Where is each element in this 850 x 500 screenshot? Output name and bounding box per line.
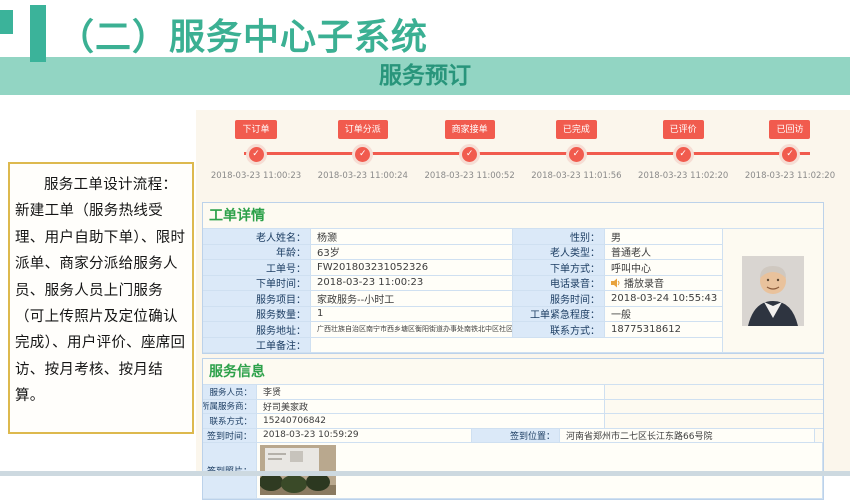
timeline-step-dispatch: 订单分派 ✓ 2018-03-23 11:00:24 — [311, 120, 415, 181]
order-channel-value: 呼叫中心 — [605, 260, 723, 276]
process-note-text: 服务工单设计流程：新建工单（服务热线受理、用户自助下单）、限时派单、商家分派给服… — [15, 172, 187, 409]
order-remark-value — [311, 338, 723, 354]
age-value: 63岁 — [311, 245, 513, 261]
field-label: 工单紧急程度： — [513, 307, 605, 323]
order-number-value: FW201803231052326 — [311, 260, 513, 276]
timeline-step-place-order: 下订单 ✓ 2018-03-23 11:00:23 — [204, 120, 308, 181]
order-detail-table: 老人姓名： 杨灏 性别： 男 年龄： 63岁 老人类型： 普通老人 工单号： F… — [203, 228, 823, 353]
slide-bottom-strip — [0, 471, 850, 476]
step-button[interactable]: 已评价 — [663, 120, 704, 139]
urgency-value: 一般 — [605, 307, 723, 323]
field-label: 下单时间： — [203, 276, 311, 292]
play-recording-label: 播放录音 — [624, 276, 664, 291]
table-filler — [605, 400, 823, 415]
title-accent-bar — [30, 5, 46, 62]
field-label: 服务人员： — [203, 385, 257, 400]
step-button[interactable]: 已回访 — [769, 120, 810, 139]
elder-photo-image — [742, 256, 804, 326]
order-detail-title: 工单详情 — [203, 203, 823, 228]
field-label: 工单号： — [203, 260, 311, 276]
field-label: 联系方式： — [513, 322, 605, 338]
timeline-step-rated: 已评价 ✓ 2018-03-23 11:02:20 — [631, 120, 735, 181]
service-info-section: 服务信息 服务人员： 李贤 所属服务商： 好司美家政 联系方式： 1524070… — [202, 358, 824, 500]
service-item-value: 家政服务--小时工 — [311, 291, 513, 307]
service-info-title: 服务信息 — [203, 359, 823, 384]
step-button[interactable]: 已完成 — [556, 120, 597, 139]
step-timestamp: 2018-03-23 11:00:24 — [318, 171, 408, 181]
banner-subtitle: 服务预订 — [0, 57, 850, 95]
field-label: 服务项目： — [203, 291, 311, 307]
corner-accent-block — [0, 10, 13, 34]
field-label: 服务时间： — [513, 291, 605, 307]
field-label: 下单方式： — [513, 260, 605, 276]
check-icon: ✓ — [355, 147, 370, 162]
check-icon: ✓ — [569, 147, 584, 162]
field-label: 工单备注： — [203, 338, 311, 354]
step-button[interactable]: 商家接单 — [445, 120, 495, 139]
service-quantity-value: 1 — [311, 307, 513, 323]
service-address-value: 广西壮族自治区南宁市西乡塘区衡阳街道办事处南铁北中区社区居委会 — [311, 322, 513, 338]
service-worker-value: 李贤 — [257, 385, 605, 400]
service-provider-value: 好司美家政 — [257, 400, 605, 415]
order-status-timeline: 下订单 ✓ 2018-03-23 11:00:23 订单分派 ✓ 2018-03… — [196, 110, 850, 198]
timeline-step-followed-up: 已回访 ✓ 2018-03-23 11:02:20 — [738, 120, 842, 181]
check-icon: ✓ — [249, 147, 264, 162]
service-time-value: 2018-03-24 10:55:43 — [605, 291, 723, 307]
timeline-step-completed: 已完成 ✓ 2018-03-23 11:01:56 — [524, 120, 628, 181]
field-label: 老人类型： — [513, 245, 605, 261]
check-icon: ✓ — [462, 147, 477, 162]
field-label: 年龄： — [203, 245, 311, 261]
field-label: 签到时间： — [203, 429, 257, 444]
gender-value: 男 — [605, 229, 723, 245]
worker-phone-value: 15240706842 — [257, 414, 605, 429]
step-timestamp: 2018-03-23 11:02:20 — [745, 171, 835, 181]
table-filler — [605, 414, 823, 429]
step-timestamp: 2018-03-23 11:00:23 — [211, 171, 301, 181]
slide-title: （二）服务中心子系统 — [58, 8, 428, 60]
order-time-value: 2018-03-23 11:00:23 — [311, 276, 513, 292]
checkin-photo-thumbnail[interactable] — [260, 445, 336, 495]
speaker-icon — [611, 278, 621, 288]
service-info-table: 服务人员： 李贤 所属服务商： 好司美家政 联系方式： 15240706842 — [203, 384, 823, 429]
order-detail-section: 工单详情 老人姓名： 杨灏 性别： 男 年龄： 63岁 老人类 — [202, 202, 824, 354]
field-label: 服务数量： — [203, 307, 311, 323]
field-label: 老人姓名： — [203, 229, 311, 245]
check-icon: ✓ — [782, 147, 797, 162]
check-icon: ✓ — [676, 147, 691, 162]
checkin-row: 签到时间： 2018-03-23 10:59:29 签到位置： 河南省郑州市二七… — [203, 429, 823, 444]
contact-phone-value: 18775318612 — [605, 322, 723, 338]
step-button[interactable]: 下订单 — [235, 120, 276, 139]
checkin-time-value: 2018-03-23 10:59:29 — [257, 429, 472, 444]
process-note-box: 服务工单设计流程：新建工单（服务热线受理、用户自助下单）、限时派单、商家分派给服… — [8, 162, 194, 434]
field-label: 所属服务商： — [203, 400, 257, 415]
elder-name-value: 杨灏 — [311, 229, 513, 245]
order-screen-panel: 下订单 ✓ 2018-03-23 11:00:23 订单分派 ✓ 2018-03… — [196, 110, 850, 471]
step-timestamp: 2018-03-23 11:00:52 — [424, 171, 514, 181]
step-button[interactable]: 订单分派 — [338, 120, 388, 139]
field-label: 签到位置： — [472, 429, 560, 444]
timeline-step-merchant-accept: 商家接单 ✓ 2018-03-23 11:00:52 — [418, 120, 522, 181]
step-timestamp: 2018-03-23 11:02:20 — [638, 171, 728, 181]
checkin-location-value: 河南省郑州市二七区长江东路66号院 — [560, 429, 815, 444]
elder-photo — [723, 229, 823, 353]
table-filler — [815, 429, 823, 444]
play-recording-link[interactable]: 播放录音 — [605, 276, 723, 292]
field-label: 电话录音： — [513, 276, 605, 292]
field-label: 联系方式： — [203, 414, 257, 429]
field-label: 性别： — [513, 229, 605, 245]
table-filler — [605, 385, 823, 400]
step-timestamp: 2018-03-23 11:01:56 — [531, 171, 621, 181]
elder-type-value: 普通老人 — [605, 245, 723, 261]
field-label: 服务地址： — [203, 322, 311, 338]
